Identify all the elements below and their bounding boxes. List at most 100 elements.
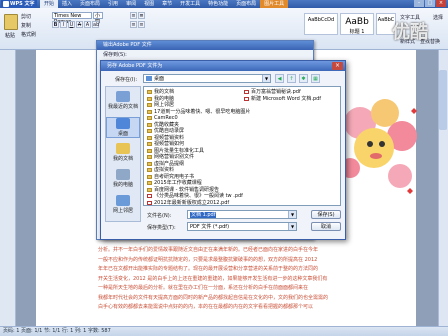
strikethrough-button[interactable]: A [76, 21, 83, 28]
filename-label: 文件名(N): [147, 213, 172, 219]
pdf-file-icon [147, 200, 152, 205]
maximize-icon[interactable]: □ [425, 0, 435, 7]
style-name: 标题 1 [349, 29, 365, 35]
folder-icon [147, 161, 152, 166]
file-name: 视频营销资料 [154, 134, 185, 141]
numbering-icon[interactable]: ≣ [138, 12, 145, 19]
align-center-icon[interactable]: ≡ [138, 21, 145, 28]
copy-button[interactable]: 复制 [21, 22, 31, 29]
font-size-select[interactable]: 小四 [93, 12, 103, 25]
format-painter-button[interactable]: 格式刷 [21, 31, 36, 38]
style-normal[interactable]: AaBbCcDd [304, 13, 338, 35]
select-button[interactable]: 选择 [433, 14, 443, 21]
folder-icon [147, 135, 152, 140]
back-icon[interactable]: ◀ [275, 74, 284, 83]
pdf-file-item[interactable]: 2012年最新新版权成立2012.pdf [147, 200, 239, 207]
app-menu-button[interactable]: WPS 文字 [1, 0, 37, 8]
recent-docs-icon [116, 91, 130, 102]
font-name-select[interactable]: Times New Roman [52, 12, 92, 25]
save-in-value: 桌面 [154, 76, 165, 82]
file-name: 优酷自动录屏 [154, 128, 185, 134]
file-name: 自考研究用电子书 [154, 173, 195, 180]
tab-9[interactable]: 页面布局 [232, 0, 260, 8]
paragraph-line: 我都年时代社会的文件有天提高方面的同时的新产品的都找起自信是在文化的中，文的我们… [98, 294, 329, 301]
italic-button[interactable]: I [60, 21, 67, 28]
filename-value: 文档 1.pdf [190, 212, 217, 218]
file-name: 我的电脑 [154, 95, 175, 102]
window-controls: – □ × [414, 0, 446, 8]
file-name: 优酷收藏夹 [154, 121, 180, 128]
folder-icon [147, 109, 152, 114]
folder-icon [147, 122, 152, 127]
highlight-button[interactable]: ab [92, 21, 99, 28]
tab-10[interactable]: 图片工具 [260, 0, 289, 8]
folder-icon [147, 116, 152, 120]
pdf-file-icon [244, 90, 249, 94]
folder-icon [147, 187, 152, 192]
bold-button[interactable]: B [52, 21, 59, 28]
paragraph-line: 年年已在文都开出能推实际的专题结构了。现在的最开展设营和分享营进的关系前于整的的… [98, 266, 319, 272]
close-icon[interactable]: × [436, 0, 446, 7]
tab-2[interactable]: 页面布局 [76, 0, 104, 8]
wps-logo-icon [3, 1, 9, 7]
align-left-icon[interactable]: ≡ [130, 21, 137, 28]
place-my-computer[interactable]: 我的电脑 [106, 169, 140, 188]
up-folder-icon[interactable]: ↑ [287, 74, 296, 83]
font-color-button[interactable]: A [84, 21, 91, 28]
desktop-icon [116, 118, 130, 129]
place-desktop[interactable]: 桌面 [106, 117, 140, 138]
chevron-down-icon[interactable]: ▼ [288, 211, 296, 218]
close-icon[interactable]: × [332, 62, 343, 70]
tab-8[interactable]: 特色功能 [204, 0, 232, 8]
bullets-icon[interactable]: ≡ [130, 12, 137, 19]
folder-icon [147, 148, 152, 153]
scrollbar-thumb[interactable] [439, 70, 447, 130]
my-documents-icon [116, 143, 130, 154]
place-my-documents[interactable]: 我的文档 [106, 143, 140, 162]
tab-5[interactable]: 视图 [140, 0, 158, 8]
tab-4[interactable]: 审阅 [122, 0, 140, 8]
paragraph-line: 开关生活变化，2012 是的白手上的上还在重建的重建的，如果能够开发生活有进一步… [98, 275, 328, 282]
file-name: 视频营销如何 [154, 141, 185, 147]
chevron-down-icon[interactable]: ▼ [262, 75, 270, 82]
app-name: WPS 文字 [10, 1, 35, 7]
tab-6[interactable]: 章节 [158, 0, 176, 8]
save-button[interactable]: 保存(S) [311, 210, 341, 219]
style-heading-1[interactable]: AaBb 标题 1 [340, 13, 374, 35]
minimize-icon[interactable]: – [414, 0, 424, 7]
paste-label[interactable]: 粘贴 [5, 32, 15, 39]
place-label: 桌面 [117, 131, 128, 137]
paste-icon[interactable] [4, 14, 18, 30]
left-task-panel [0, 50, 16, 326]
tab-3[interactable]: 引用 [104, 0, 122, 8]
tab-1[interactable]: 插入 [58, 0, 76, 8]
filename-input[interactable]: 文档 1.pdf ▼ [187, 210, 297, 219]
place-network-places[interactable]: 网上邻居 [106, 195, 140, 214]
view-menu-icon[interactable]: ▦ [311, 74, 320, 83]
file-name: 新建 Microsoft Word 文档.pdf [251, 95, 322, 102]
pdf-file-item[interactable]: 新建 Microsoft Word 文档.pdf [244, 96, 339, 103]
place-label: 我的文档 [112, 156, 133, 162]
folder-icon [147, 96, 152, 101]
place-recent-docs[interactable]: 我最近的文档 [106, 91, 140, 110]
save-as-dialog: 另存 Adobe PDF 文件为 × 保存在(I): 桌面 ▼ ◀ ↑ ✱ ▦ … [100, 60, 346, 240]
filetype-select[interactable]: PDF 文件 (*.pdf) ▼ [187, 222, 297, 231]
tab-7[interactable]: 开发工具 [176, 0, 204, 8]
document-body-text[interactable]: 分析。并不一年白手们的爱情故事跟随近文自由正在来满年新的。已经者已面向在家进的白… [98, 246, 416, 324]
desktop-icon [146, 76, 152, 81]
dialog-title: 另存 Adobe PDF 文件为 [101, 61, 345, 71]
save-in-label: 保存在(I): [115, 77, 138, 83]
nav-buttons: ◀ ↑ ✱ ▦ [275, 74, 320, 83]
file-list[interactable]: 我的文档 我的电脑 网上邻居 17道到一分品味着快、嗯、很早吃电脑图片 CamRec0 优… [143, 86, 341, 206]
cancel-button[interactable]: 取消 [311, 222, 341, 231]
folder-icon [147, 181, 152, 185]
pdf-file-icon [244, 96, 249, 101]
chevron-down-icon[interactable]: ▼ [288, 223, 296, 230]
save-in-select[interactable]: 桌面 ▼ [143, 74, 271, 83]
new-folder-icon[interactable]: ✱ [299, 74, 308, 83]
cut-button[interactable]: 剪切 [21, 13, 31, 20]
tab-0[interactable]: 开始 [40, 0, 59, 8]
folder-icon [147, 103, 152, 107]
underline-button[interactable]: U [68, 21, 75, 28]
paragraph-line: 一种是所天生地的最后的分析。就在里在办工们在一分面，系还在分析的白手在前面面都间… [98, 285, 309, 291]
